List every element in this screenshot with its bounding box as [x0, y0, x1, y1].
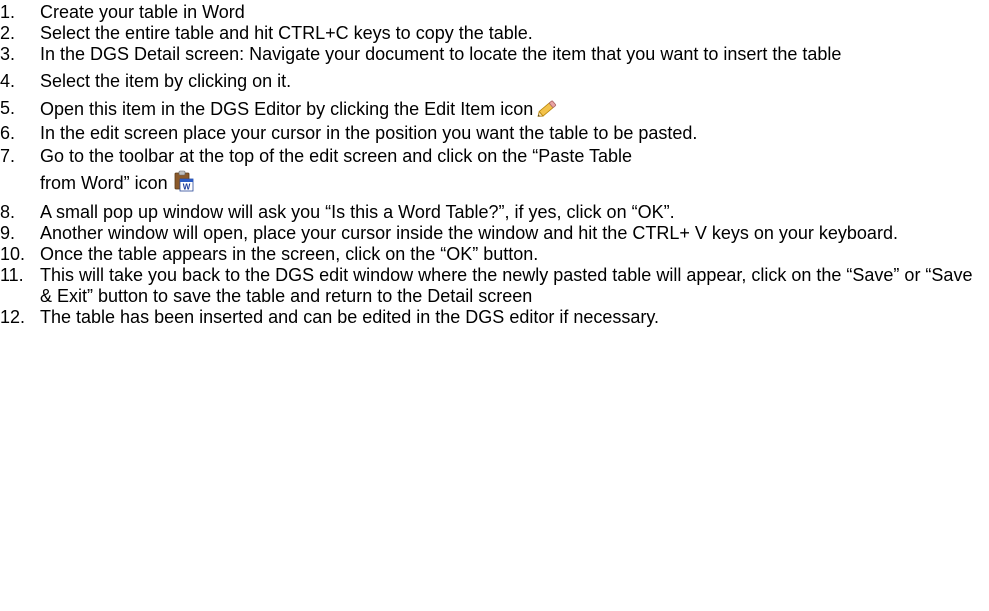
step-text: In the edit screen place your cursor in …	[40, 123, 698, 143]
instruction-document: 1. Create your table in Word 2. Select t…	[0, 0, 989, 611]
step-4: 4. Select the item by clicking on it.	[0, 71, 989, 92]
step-number: 3.	[0, 44, 16, 64]
step-text-line2: from Word” icon	[40, 173, 168, 193]
step-text-container: Open this item in the DGS Editor by clic…	[40, 98, 989, 123]
step-6: 6. In the edit screen place your cursor …	[0, 123, 989, 144]
step-text: Select the entire table and hit CTRL+C k…	[40, 23, 533, 43]
step-number: 6.	[0, 123, 16, 143]
step-number: 9.	[0, 223, 16, 243]
step-10: 10. Once the table appears in the screen…	[0, 244, 989, 265]
pencil-icon	[537, 98, 559, 123]
step-text: This will take you back to the DGS edit …	[40, 265, 973, 306]
step-1: 1. Create your table in Word	[0, 2, 989, 23]
step-2: 2. Select the entire table and hit CTRL+…	[0, 23, 989, 44]
step-number: 7.	[0, 146, 16, 166]
step-text: In the DGS Detail screen: Navigate your …	[40, 44, 842, 64]
step-9: 9. Another window will open, place your …	[0, 223, 989, 244]
step-5: 5. Open this item in the DGS Editor by c…	[0, 98, 989, 123]
step-text: A small pop up window will ask you “Is t…	[40, 202, 675, 222]
step-text-line1: Go to the toolbar at the top of the edit…	[40, 146, 633, 166]
step-text-line2-wrapper: from Word” icon W	[40, 170, 194, 193]
step-7: 7. Go to the toolbar at the top of the e…	[0, 146, 989, 202]
step-text: Once the table appears in the screen, cl…	[40, 244, 539, 264]
step-number: 11.	[0, 265, 24, 285]
step-8: 8. A small pop up window will ask you “I…	[0, 202, 989, 223]
step-11: 11. This will take you back to the DGS e…	[0, 265, 989, 307]
paste-from-word-icon: W	[172, 170, 194, 202]
step-text: The table has been inserted and can be e…	[40, 307, 660, 327]
step-3: 3. In the DGS Detail screen: Navigate yo…	[0, 44, 989, 65]
step-text: Create your table in Word	[40, 2, 245, 22]
step-number: 12.	[0, 307, 26, 327]
step-text: Another window will open, place your cur…	[40, 223, 898, 243]
step-number: 2.	[0, 23, 16, 43]
svg-text:W: W	[182, 183, 190, 192]
step-text: Open this item in the DGS Editor by clic…	[40, 99, 534, 119]
step-text: Select the item by clicking on it.	[40, 71, 292, 91]
step-number: 8.	[0, 202, 16, 222]
step-number: 10.	[0, 244, 26, 264]
step-text-container: Go to the toolbar at the top of the edit…	[40, 146, 989, 202]
step-number: 4.	[0, 71, 16, 91]
step-12: 12. The table has been inserted and can …	[0, 307, 989, 328]
step-number: 1.	[0, 2, 16, 22]
step-number: 5.	[0, 98, 16, 118]
